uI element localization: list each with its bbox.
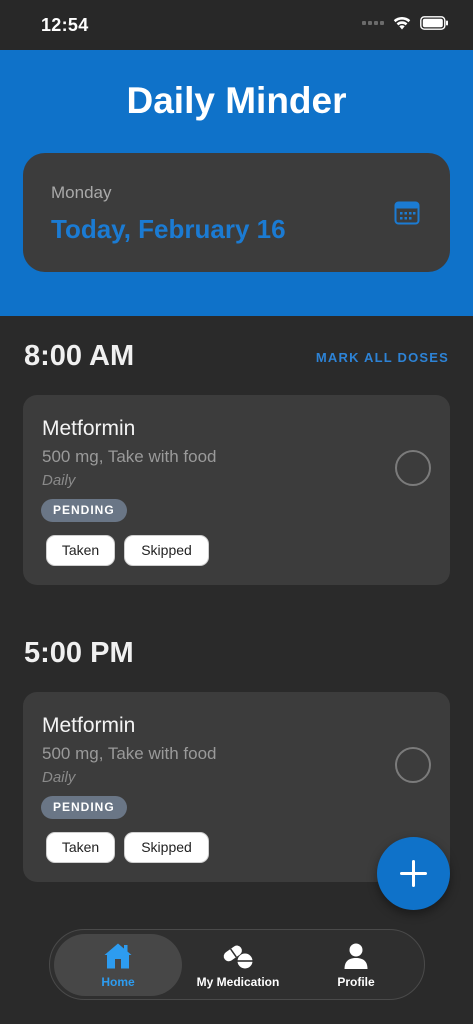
- medication-frequency: Daily: [42, 472, 76, 489]
- dose-time-heading: 5:00 PM: [24, 637, 134, 669]
- medication-frequency: Daily: [42, 769, 76, 786]
- battery-icon: [420, 16, 448, 30]
- dose-checkbox[interactable]: [395, 450, 431, 486]
- plus-icon: [400, 860, 427, 887]
- tab-label: My Medication: [196, 975, 280, 989]
- home-icon: [104, 943, 132, 969]
- medication-detail: 500 mg, Take with food: [42, 447, 217, 466]
- tab-profile[interactable]: Profile: [292, 934, 420, 996]
- status-indicators: [362, 16, 449, 30]
- mark-all-doses-button[interactable]: MARK ALL DOSES: [316, 350, 449, 365]
- calendar-icon[interactable]: [394, 200, 420, 226]
- app-title: Daily Minder: [126, 80, 347, 121]
- status-bar: 12:54: [0, 0, 473, 50]
- status-badge: PENDING: [41, 796, 127, 819]
- tab-label: Profile: [337, 975, 375, 989]
- medication-name: Metformin: [42, 714, 136, 737]
- pills-icon: [223, 945, 253, 969]
- date-card[interactable]: Monday Today, February 16: [23, 153, 450, 272]
- skipped-button[interactable]: Skipped: [124, 832, 209, 863]
- taken-button[interactable]: Taken: [46, 535, 115, 566]
- wifi-icon: [393, 16, 411, 30]
- tab-my-medication[interactable]: My Medication: [174, 934, 302, 996]
- tab-home[interactable]: Home: [54, 934, 182, 996]
- date-full: Today, February 16: [51, 214, 286, 244]
- add-medication-button[interactable]: [377, 837, 450, 910]
- date-day: Monday: [51, 183, 112, 202]
- dose-checkbox[interactable]: [395, 747, 431, 783]
- tab-bar: Home My Medication Profile: [49, 929, 425, 1000]
- cellular-signal-icon: [362, 21, 384, 25]
- status-time: 12:54: [41, 15, 89, 35]
- tab-label: Home: [101, 975, 135, 989]
- medication-detail: 500 mg, Take with food: [42, 744, 217, 763]
- taken-button[interactable]: Taken: [46, 832, 115, 863]
- skipped-button[interactable]: Skipped: [124, 535, 209, 566]
- status-badge: PENDING: [41, 499, 127, 522]
- person-icon: [344, 943, 368, 969]
- medication-name: Metformin: [42, 417, 136, 440]
- medication-card[interactable]: Metformin 500 mg, Take with food Daily P…: [23, 395, 450, 585]
- dose-time-heading: 8:00 AM: [24, 340, 135, 372]
